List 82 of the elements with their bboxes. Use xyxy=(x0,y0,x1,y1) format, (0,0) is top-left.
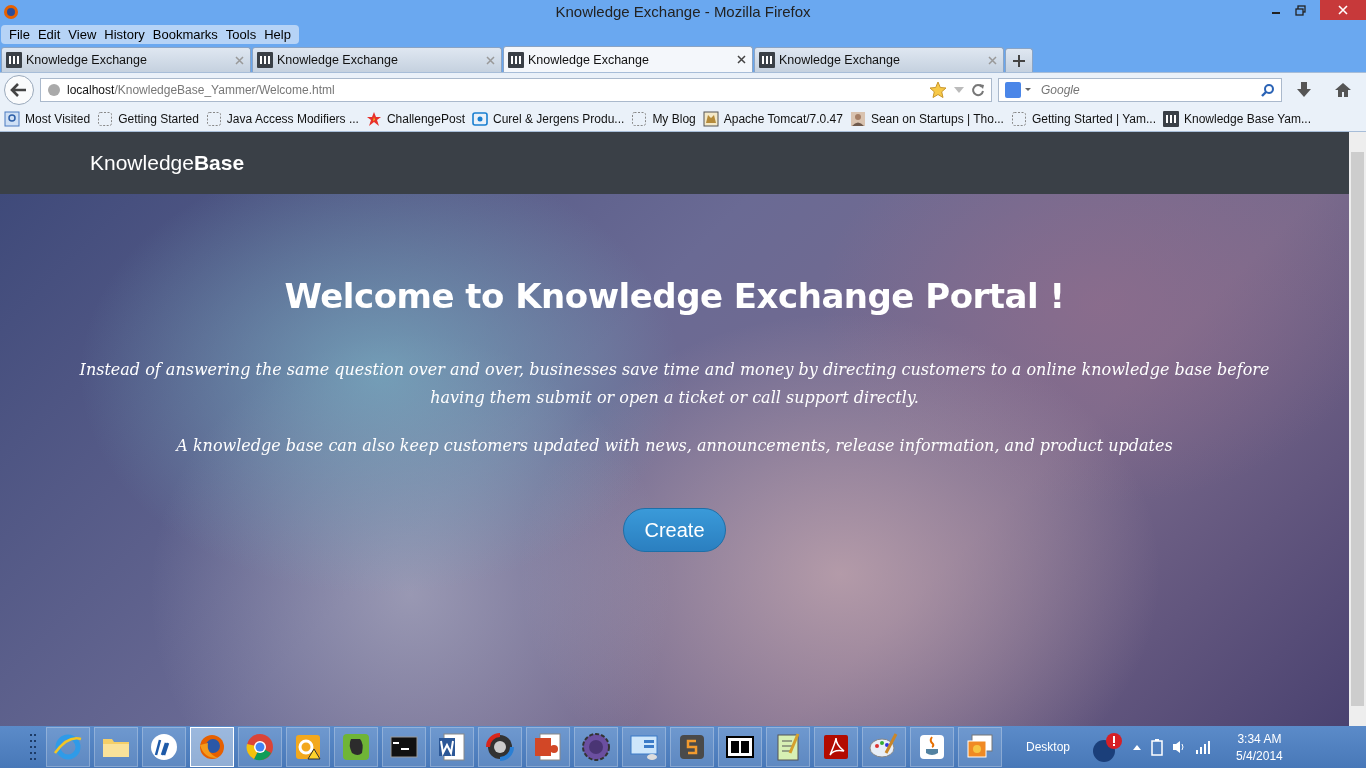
cat-icon xyxy=(702,111,719,127)
library-icon xyxy=(4,111,20,127)
bookmark-item[interactable]: Most Visited xyxy=(4,111,91,127)
browser-tab[interactable]: Knowledge Exchange xyxy=(503,46,753,72)
clock-date[interactable]: 5/4/2014 xyxy=(1236,748,1283,763)
help-alert-icon[interactable] xyxy=(1092,731,1125,763)
bookmark-item[interactable]: Getting Started | Yam... xyxy=(1010,111,1156,127)
bookmark-item[interactable]: Knowledge Base Yam... xyxy=(1163,111,1311,127)
taskbar-button[interactable] xyxy=(718,727,762,767)
bookmark-item[interactable]: Curel & Jergens Produ... xyxy=(471,111,625,127)
browser-tab[interactable]: Knowledge Exchange xyxy=(1,47,251,72)
search-field[interactable]: Google xyxy=(1039,82,1255,98)
page-icon xyxy=(1010,111,1027,127)
bookmark-item[interactable]: Getting Started xyxy=(97,111,199,127)
browser-tab[interactable]: Knowledge Exchange xyxy=(252,47,502,72)
page-icon xyxy=(97,111,114,127)
close-icon xyxy=(486,55,495,65)
menu-item[interactable]: View xyxy=(64,26,101,42)
taskbar-button[interactable] xyxy=(814,727,858,767)
bookmark-item[interactable]: Sean on Startups | Tho... xyxy=(849,111,1004,127)
signal-icon[interactable] xyxy=(1196,740,1213,754)
taskbar-button[interactable] xyxy=(190,727,234,767)
restore-icon[interactable] xyxy=(1295,4,1306,16)
site-logo[interactable]: KnowledgeBase xyxy=(90,151,245,175)
gear-icon xyxy=(580,731,612,763)
home-icon[interactable] xyxy=(1334,82,1352,98)
bookmark-item[interactable]: Apache Tomcat/7.0.47 xyxy=(702,111,843,127)
search-icon[interactable] xyxy=(1261,83,1275,97)
close-button[interactable] xyxy=(1320,0,1366,20)
window-title: Knowledge Exchange - Mozilla Firefox xyxy=(555,3,811,20)
chrome-icon xyxy=(244,731,276,763)
firefox-icon xyxy=(3,3,19,20)
desktop-toolbar-label[interactable]: Desktop xyxy=(1026,740,1071,754)
taskbar-button[interactable] xyxy=(478,727,522,767)
menu-item[interactable]: Bookmarks xyxy=(148,26,222,42)
sync-icon xyxy=(484,731,516,763)
bookmark-item[interactable]: Java Access Modifiers ... xyxy=(205,111,359,127)
browser-tab[interactable]: Knowledge Exchange xyxy=(754,47,1004,72)
elephant-icon xyxy=(340,731,372,763)
reload-icon[interactable] xyxy=(971,83,985,97)
battery-icon[interactable] xyxy=(1150,738,1165,756)
scrollbar[interactable] xyxy=(1349,132,1366,726)
menu-item[interactable]: Help xyxy=(260,26,295,42)
taskbar-button[interactable] xyxy=(574,727,618,767)
taskbar-button[interactable] xyxy=(142,727,186,767)
menu-item[interactable]: History xyxy=(100,26,149,42)
menu-item[interactable]: File xyxy=(5,26,34,42)
page-icon xyxy=(205,111,222,127)
close-icon xyxy=(988,55,997,65)
download-icon[interactable] xyxy=(1296,81,1312,99)
welcome-heading: Welcome to Knowledge Exchange Portal ! xyxy=(284,276,1065,316)
bookmark-item[interactable]: ChallengePost xyxy=(365,111,465,127)
intro-paragraph: A knowledge base can also keep customers updated with news, announcements, release information, and product updates xyxy=(174,435,1174,457)
close-icon xyxy=(737,55,746,64)
star-icon[interactable] xyxy=(929,81,947,99)
document-icon xyxy=(436,731,468,763)
search-engine-icon[interactable] xyxy=(1005,82,1033,98)
back-arrow-icon xyxy=(10,82,28,98)
presentation-icon xyxy=(532,731,564,763)
taskbar-button[interactable] xyxy=(430,727,474,767)
back-button[interactable] xyxy=(4,75,34,105)
plus-icon xyxy=(1013,54,1025,67)
grip-icon xyxy=(30,732,38,762)
intro-paragraph: Instead of answering the same question over and over, businesses save time and money by directing customers to a online knowledge base before having them submit or open a ticket or call support directly. xyxy=(79,359,1270,409)
page-icon xyxy=(631,111,648,127)
search-box[interactable]: Google xyxy=(998,78,1282,102)
close-icon xyxy=(235,55,244,65)
avatar-icon xyxy=(849,111,866,127)
menu-item[interactable]: Tools xyxy=(221,26,261,42)
close-icon xyxy=(1338,5,1348,15)
address-field[interactable]: localhost/KnowledgeBase_Yammer/Welcome.html xyxy=(40,78,992,102)
menu-item[interactable]: Edit xyxy=(33,26,65,42)
taskbar-button[interactable] xyxy=(382,727,426,767)
burst-icon xyxy=(365,111,382,127)
caret-icon[interactable] xyxy=(1132,743,1143,751)
clock-time[interactable]: 3:34 AM xyxy=(1237,731,1282,746)
bookmark-item[interactable]: My Blog xyxy=(631,111,696,127)
logo-icon xyxy=(471,111,488,127)
new-tab-button[interactable] xyxy=(1005,48,1033,72)
create-button[interactable]: Create xyxy=(623,508,726,552)
taskbar-button[interactable] xyxy=(334,727,378,767)
globe-icon xyxy=(47,83,61,97)
